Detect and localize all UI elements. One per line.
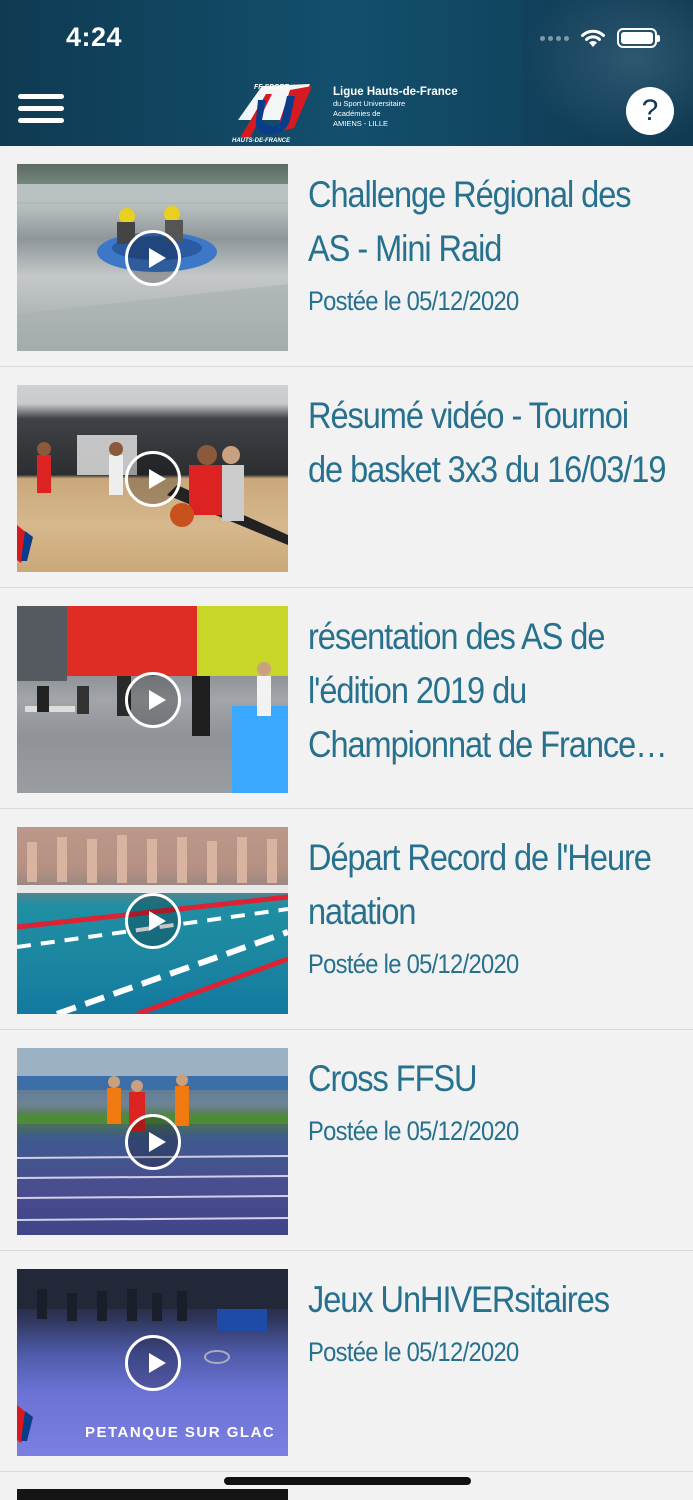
status-icons <box>540 26 660 50</box>
home-indicator[interactable] <box>224 1477 471 1485</box>
wifi-icon <box>581 29 605 47</box>
play-icon <box>124 1113 181 1170</box>
video-title[interactable]: Challenge Régional des AS - Mini Raid <box>308 168 670 276</box>
video-item[interactable]: Résumé vidéo - Tournoi de basket 3x3 du … <box>0 367 693 588</box>
app-logo: FF SPORT HAUTS-DE-FRANCE Ligue Hauts-de-… <box>232 80 462 144</box>
video-thumbnail[interactable] <box>17 827 288 1014</box>
video-title[interactable]: résentation des AS de l'édition 2019 du … <box>308 610 670 772</box>
play-icon <box>124 450 181 507</box>
video-item[interactable]: résentation des AS de l'édition 2019 du … <box>0 588 693 809</box>
logo-subtitle: du Sport Universitaire <box>333 99 406 108</box>
video-thumbnail[interactable]: PETANQUE SUR GLAC <box>17 1269 288 1456</box>
svg-text:HAUTS-DE-FRANCE: HAUTS-DE-FRANCE <box>232 138 291 144</box>
play-icon <box>124 229 181 286</box>
ffsu-logo-icon: FF SPORT HAUTS-DE-FRANCE <box>232 84 312 144</box>
video-title[interactable]: Cross FFSU <box>308 1052 670 1106</box>
logo-academies: Académies de <box>333 109 381 118</box>
video-title[interactable]: Jeux UnHIVERsitaires <box>308 1273 670 1327</box>
video-date: Postée le 05/12/2020 <box>308 949 519 979</box>
video-title[interactable]: Départ Record de l'Heure natation <box>308 831 670 939</box>
video-item[interactable]: Cross FFSU Postée le 05/12/2020 <box>0 1030 693 1251</box>
video-list: Challenge Régional des AS - Mini Raid Po… <box>0 146 693 1472</box>
video-thumbnail[interactable] <box>17 164 288 351</box>
video-item[interactable]: Challenge Régional des AS - Mini Raid Po… <box>0 146 693 367</box>
menu-button[interactable] <box>18 94 64 128</box>
status-time: 4:24 <box>66 22 123 52</box>
app-header: 4:24 FF SPORT HAUTS-DE-FRANCE Ligue Haut… <box>0 0 693 146</box>
video-item[interactable]: Départ Record de l'Heure natation Postée… <box>0 809 693 1030</box>
svg-text:PETANQUE SUR GLAC: PETANQUE SUR GLAC <box>85 1424 275 1441</box>
video-date: Postée le 05/12/2020 <box>308 1116 519 1146</box>
video-title[interactable]: Résumé vidéo - Tournoi de basket 3x3 du … <box>308 389 670 497</box>
signal-icon <box>540 35 569 41</box>
battery-icon <box>617 28 660 48</box>
logo-cities: AMIENS - LILLE <box>333 119 389 128</box>
next-video-thumbnail[interactable] <box>17 1489 288 1500</box>
logo-text: Ligue Hauts-de-France du Sport Universit… <box>333 85 458 129</box>
video-item[interactable]: PETANQUE SUR GLAC Jeux UnHIVERsitaires P… <box>0 1251 693 1472</box>
play-icon <box>124 892 181 949</box>
video-date: Postée le 05/12/2020 <box>308 1337 519 1367</box>
menu-icon <box>18 94 64 99</box>
video-thumbnail[interactable] <box>17 606 288 793</box>
video-thumbnail[interactable] <box>17 385 288 572</box>
svg-text:FF SPORT: FF SPORT <box>254 84 289 91</box>
help-button[interactable]: ? <box>626 87 674 135</box>
video-date: Postée le 05/12/2020 <box>308 286 519 316</box>
video-thumbnail[interactable] <box>17 1048 288 1235</box>
play-icon <box>124 1334 181 1391</box>
play-icon <box>124 671 181 728</box>
logo-title: Ligue Hauts-de-France <box>333 86 458 98</box>
